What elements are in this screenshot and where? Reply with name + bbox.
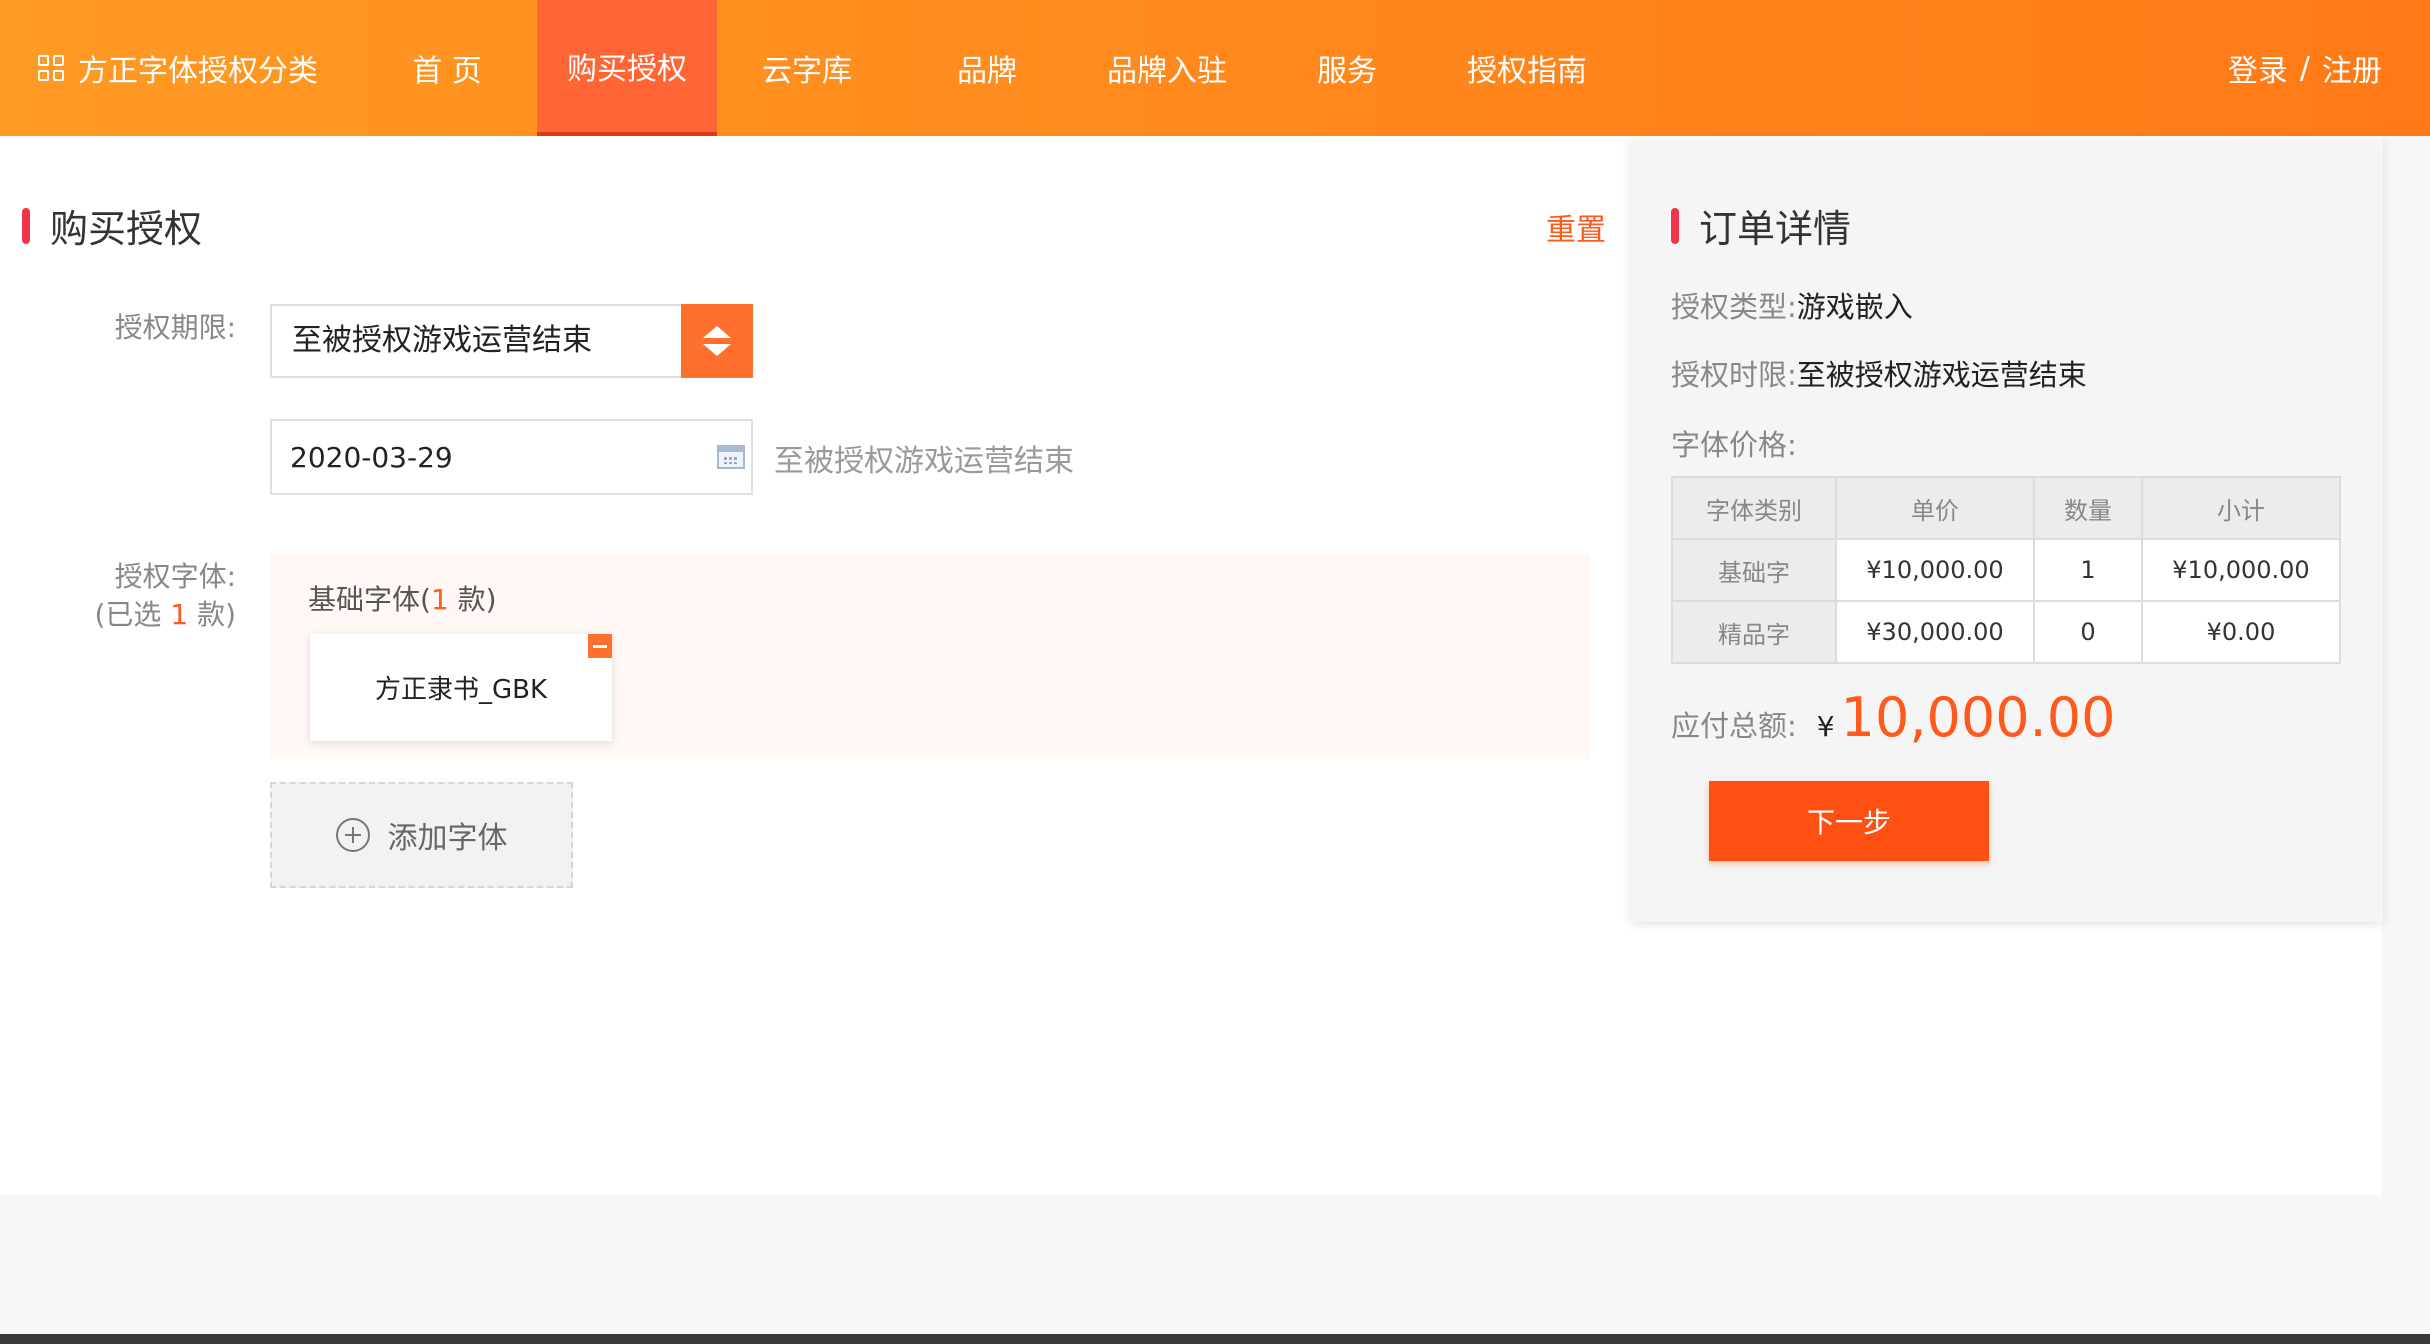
cell-unit-price: ¥30,000.00 [1835, 600, 2035, 664]
font-card[interactable]: 方正隶书_GBK [310, 634, 612, 741]
license-period-label: 授权时限: [1671, 358, 1797, 392]
font-group-suffix: 款) [448, 583, 497, 616]
select-arrows-icon[interactable] [681, 304, 753, 378]
order-title-text: 订单详情 [1699, 207, 1852, 251]
header-unit-price: 单价 [1835, 476, 2035, 540]
period-select[interactable]: 至被授权游戏运营结束 [270, 304, 753, 378]
font-group-title: 基础字体(1 款) [308, 578, 497, 618]
cell-category: 基础字 [1671, 538, 1837, 602]
remove-font-icon[interactable] [588, 634, 612, 658]
font-label-block: 授权字体: (已选 1 款) [80, 558, 236, 634]
period-label: 授权期限: [114, 311, 236, 344]
next-step-button[interactable]: 下一步 [1709, 781, 1989, 861]
auth-links: 登录 / 注册 [2228, 0, 2382, 136]
cell-quantity: 1 [2033, 538, 2143, 602]
order-section-title: 订单详情 [1671, 198, 1851, 253]
font-group-count: 1 [430, 583, 449, 616]
selected-prefix: (已选 [94, 598, 162, 631]
bottom-bar [0, 1334, 2430, 1344]
plus-circle-icon [335, 818, 370, 852]
table-row: 基础字 ¥10,000.00 1 ¥10,000.00 [1671, 538, 2341, 602]
calendar-icon[interactable] [717, 445, 745, 469]
nav-item-brand[interactable]: 品牌 [897, 0, 1077, 136]
title-accent-bar [22, 207, 30, 244]
table-row: 精品字 ¥30,000.00 0 ¥0.00 [1671, 600, 2341, 664]
nav-item-label: 购买授权 [567, 52, 687, 87]
cell-quantity: 0 [2033, 600, 2143, 664]
start-date-field[interactable] [270, 419, 753, 495]
price-table-header: 字体类别 单价 数量 小计 [1671, 476, 2341, 540]
start-date-input[interactable] [290, 421, 670, 493]
end-date-hint: 至被授权游戏运营结束 [774, 444, 1074, 479]
purchase-section-title: 购买授权 [22, 198, 202, 253]
selected-suffix: 款) [197, 598, 236, 631]
cell-unit-price: ¥10,000.00 [1835, 538, 2035, 602]
nav-item-label: 服务 [1317, 54, 1377, 89]
license-period-value: 至被授权游戏运营结束 [1796, 358, 2087, 392]
auth-separator: / [2299, 50, 2310, 86]
nav-item-home[interactable]: 首 页 [357, 0, 537, 136]
nav-item-buy-license[interactable]: 购买授权 [537, 0, 717, 136]
license-type-row: 授权类型:游戏嵌入 [1671, 284, 1913, 326]
cell-subtotal: ¥10,000.00 [2141, 538, 2341, 602]
login-link[interactable]: 登录 [2228, 46, 2288, 90]
nav-item-cloud-fonts[interactable]: 云字库 [717, 0, 897, 136]
category-menu[interactable]: 方正字体授权分类 [38, 0, 318, 136]
font-label: 授权字体: [114, 560, 236, 593]
font-group-name: 基础字体( [308, 583, 431, 616]
period-select-value: 至被授权游戏运营结束 [292, 323, 592, 358]
cell-category: 精品字 [1671, 600, 1837, 664]
selected-fonts-panel: 基础字体(1 款) 方正隶书_GBK [270, 554, 1590, 759]
license-period-row: 授权时限:至被授权游戏运营结束 [1671, 352, 2087, 394]
total-amount: 应付总额: ¥ 10,000.00 [1671, 686, 2115, 749]
selected-count-line: (已选 1 款) [80, 596, 236, 634]
font-price-label: 字体价格: [1671, 422, 1797, 464]
currency-symbol: ¥ [1816, 710, 1835, 743]
header-category: 字体类别 [1671, 476, 1837, 540]
selected-count: 1 [170, 598, 189, 631]
nav-item-label: 云字库 [762, 54, 852, 89]
top-nav: 方正字体授权分类 首 页 购买授权 云字库 品牌 品牌入驻 服务 授权指南 登录… [0, 0, 2430, 136]
register-link[interactable]: 注册 [2322, 46, 2382, 90]
nav-item-label: 品牌入驻 [1107, 54, 1227, 89]
license-type-label: 授权类型: [1671, 290, 1797, 324]
nav-item-label: 首 页 [412, 54, 482, 89]
nav-item-license-guide[interactable]: 授权指南 [1437, 0, 1617, 136]
font-card-name: 方正隶书_GBK [374, 675, 548, 705]
nav-item-brand-join[interactable]: 品牌入驻 [1077, 0, 1257, 136]
add-font-button[interactable]: 添加字体 [270, 782, 573, 888]
order-details-panel: 订单详情 授权类型:游戏嵌入 授权时限:至被授权游戏运营结束 字体价格: 字体类… [1631, 140, 2383, 922]
header-subtotal: 小计 [2141, 476, 2341, 540]
price-table: 字体类别 单价 数量 小计 基础字 ¥10,000.00 1 ¥10,000.0… [1671, 476, 2341, 664]
nav-item-service[interactable]: 服务 [1257, 0, 1437, 136]
cell-subtotal: ¥0.00 [2141, 600, 2341, 664]
category-menu-label: 方正字体授权分类 [78, 54, 318, 89]
total-label: 应付总额: [1671, 709, 1797, 743]
title-accent-bar [1671, 207, 1679, 244]
header-quantity: 数量 [2033, 476, 2143, 540]
nav-item-label: 品牌 [957, 54, 1017, 89]
add-font-label: 添加字体 [387, 821, 508, 856]
font-price-label-text: 字体价格: [1671, 428, 1797, 462]
grid-icon [38, 55, 64, 81]
reset-button[interactable]: 重置 [1546, 205, 1606, 249]
license-type-value: 游戏嵌入 [1796, 290, 1913, 324]
purchase-title-text: 购买授权 [50, 207, 203, 251]
nav-item-label: 授权指南 [1467, 54, 1587, 89]
total-value: 10,000.00 [1840, 686, 2116, 749]
